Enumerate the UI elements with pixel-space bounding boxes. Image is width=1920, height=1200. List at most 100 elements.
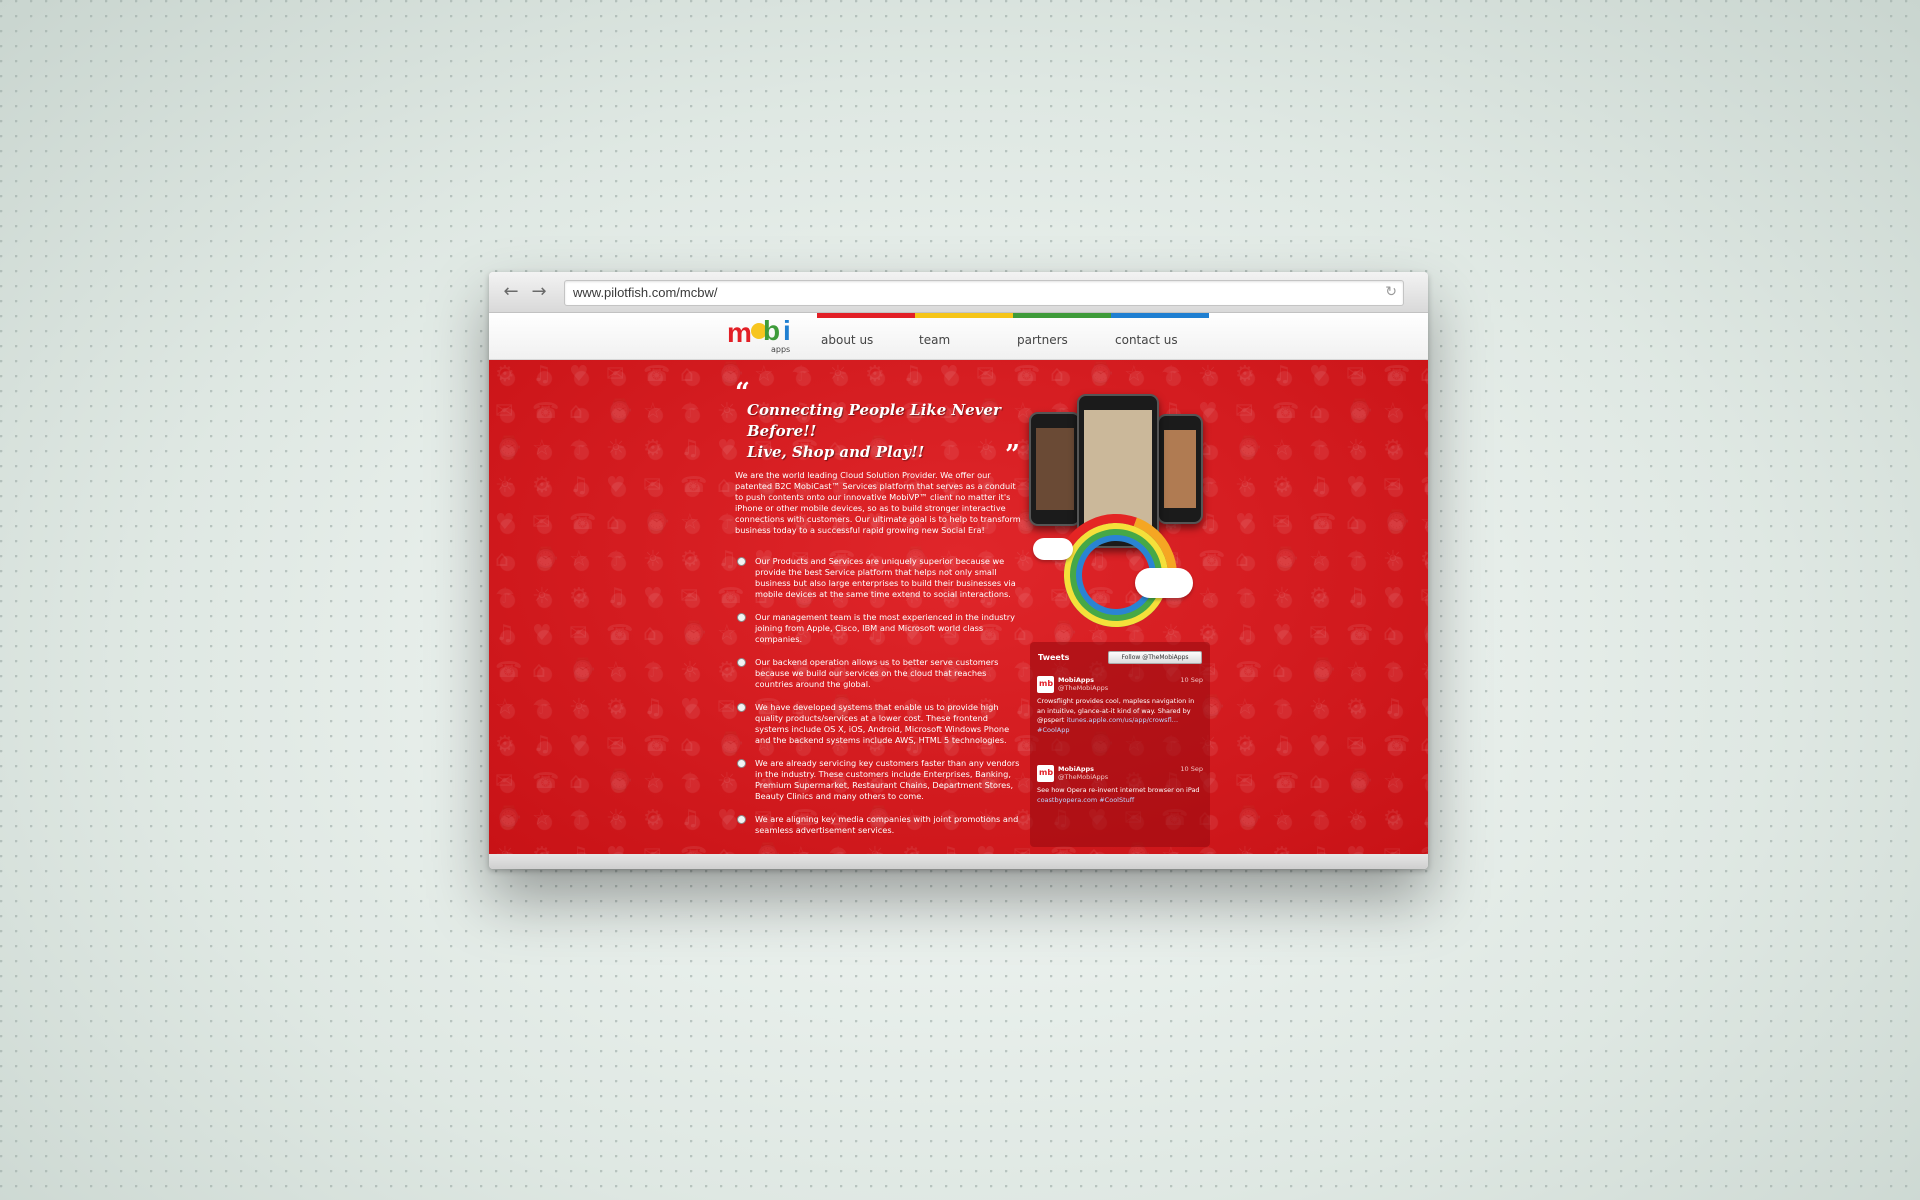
pattern-glyph-icon: ⚙ (680, 547, 700, 572)
avatar[interactable]: mb (1037, 676, 1054, 693)
pattern-glyph-icon: ♫ (902, 362, 922, 387)
tweet-handle[interactable]: @TheMobiApps (1058, 773, 1108, 781)
pattern-glyph-icon: ♫ (1383, 695, 1403, 720)
url-text[interactable]: www.pilotfish.com/mcbw/ (573, 285, 717, 300)
pattern-glyph-icon: ☼ (828, 362, 848, 387)
pattern-glyph-icon: ☂ (717, 510, 737, 535)
pattern-glyph-icon: ☼ (643, 547, 663, 572)
tweet-date[interactable]: 10 Sep (1180, 676, 1203, 684)
tweet-author[interactable]: MobiApps (1058, 676, 1094, 684)
pattern-glyph-icon: ♫ (1309, 473, 1329, 498)
pattern-glyph-icon: ♫ (569, 473, 589, 498)
pattern-glyph-icon: ♫ (1309, 843, 1329, 854)
pattern-glyph-icon: ♫ (495, 621, 515, 646)
pattern-glyph-icon: ☼ (717, 399, 737, 424)
pattern-glyph-icon: ♥ (680, 695, 700, 720)
bullet-text: We are aligning key media companies with… (755, 814, 1019, 835)
pattern-glyph-icon: ☎ (1013, 362, 1041, 387)
tweet-date[interactable]: 10 Sep (1180, 765, 1203, 773)
pattern-glyph-icon: ☼ (1346, 436, 1366, 461)
headline-line-2: Live, Shop and Play!! (747, 443, 925, 461)
pattern-glyph-icon: ☼ (606, 806, 626, 831)
cloud-left-icon (1033, 538, 1073, 560)
pattern-glyph-icon: ⌂ (569, 769, 583, 794)
pattern-glyph-icon: ☎ (680, 473, 708, 498)
tweet-hashtag[interactable]: #CoolStuff (1099, 796, 1134, 804)
pattern-glyph-icon: ♥ (532, 621, 552, 646)
pattern-glyph-icon: ☂ (1272, 695, 1292, 720)
list-item: Our Products and Services are uniquely s… (735, 556, 1021, 600)
pattern-glyph-icon: ☂ (606, 547, 626, 572)
phone-right (1157, 414, 1203, 524)
pattern-glyph-icon: ♫ (1272, 362, 1292, 387)
pattern-glyph-icon: ⌚ (495, 436, 523, 461)
pattern-glyph-icon: ⚙ (1272, 843, 1292, 854)
nav-team[interactable]: team (915, 313, 1013, 359)
nav-partners[interactable]: partners (1013, 313, 1111, 359)
pattern-glyph-icon: ☂ (828, 843, 848, 854)
pattern-glyph-icon: ☎ (606, 621, 634, 646)
pattern-glyph-icon: ♫ (643, 695, 663, 720)
follow-button[interactable]: Follow @TheMobiApps (1108, 651, 1202, 664)
pattern-glyph-icon: ♥ (606, 473, 626, 498)
pattern-glyph-icon: ☆ (1383, 399, 1403, 424)
pattern-glyph-icon: ☼ (717, 769, 737, 794)
pattern-glyph-icon: ♥ (717, 806, 737, 831)
pattern-glyph-icon: ☎ (1420, 843, 1428, 854)
pattern-glyph-icon: ⌚ (1087, 362, 1115, 387)
tweet-link[interactable]: itunes.apple.com/us/app/crowsfl… (1066, 716, 1178, 724)
bullet-text: Our backend operation allows us to bette… (755, 657, 999, 689)
arrow-right-icon[interactable]: → (530, 283, 548, 301)
pattern-glyph-icon: ⌚ (606, 769, 634, 794)
pattern-glyph-icon: ♥ (976, 843, 996, 854)
logo-letter-b: b (763, 315, 781, 346)
tweet-author[interactable]: MobiApps (1058, 765, 1094, 773)
avatar[interactable]: mb (1037, 765, 1054, 782)
pattern-glyph-icon: ✉ (1013, 843, 1031, 854)
pattern-glyph-icon: ☂ (1420, 769, 1428, 794)
pattern-glyph-icon: ☆ (532, 806, 552, 831)
pattern-glyph-icon: ☎ (495, 658, 523, 683)
pattern-glyph-icon: ⌚ (754, 843, 781, 854)
tweet-handle[interactable]: @TheMobiApps (1058, 684, 1108, 692)
pattern-glyph-icon: ✉ (532, 510, 551, 535)
pattern-glyph-icon: ⌂ (1309, 769, 1323, 794)
nav-bar-blue (1111, 313, 1209, 318)
bullet-text: We are already servicing key customers f… (755, 758, 1020, 801)
pattern-glyph-icon: ♥ (1235, 510, 1255, 535)
pattern-glyph-icon: ⌚ (1272, 547, 1300, 572)
pattern-glyph-icon: ☎ (643, 362, 671, 387)
pattern-glyph-icon: ☼ (1420, 658, 1428, 683)
pattern-glyph-icon: ⌂ (532, 658, 546, 683)
pattern-glyph-icon: ⚙ (1272, 473, 1292, 498)
tweet-hashtag[interactable]: #CoolApp (1037, 726, 1069, 734)
bullet-text: We have developed systems that enable us… (755, 702, 1010, 745)
logo-letter-i: i (783, 315, 791, 346)
address-bar[interactable]: www.pilotfish.com/mcbw/ ↻ (564, 280, 1404, 306)
tweet-link[interactable]: coastbyopera.com (1037, 796, 1097, 804)
pattern-glyph-icon: ⌂ (606, 510, 620, 535)
nav-bar-red (817, 313, 915, 318)
pattern-glyph-icon: ♫ (532, 362, 552, 387)
pattern-glyph-icon: ⌚ (1383, 510, 1411, 535)
pattern-glyph-icon: ♫ (1235, 621, 1255, 646)
pattern-glyph-icon: ⚙ (1383, 436, 1403, 461)
pattern-glyph-icon: ✉ (1420, 584, 1428, 609)
browser-window: ← → www.pilotfish.com/mcbw/ ↻ m b i apps… (489, 272, 1428, 869)
nav-about-us[interactable]: about us (817, 313, 915, 359)
arrow-left-icon[interactable]: ← (502, 283, 520, 301)
pattern-glyph-icon: ⌂ (1420, 362, 1428, 387)
pattern-glyph-icon: ☆ (1124, 362, 1144, 387)
nav-contact-us[interactable]: contact us (1111, 313, 1209, 359)
pattern-glyph-icon: ✉ (606, 362, 625, 387)
mobi-apps-logo[interactable]: m b i apps (727, 315, 799, 355)
pattern-glyph-icon: ♥ (939, 362, 959, 387)
pattern-glyph-icon: ☆ (643, 769, 663, 794)
site-header: m b i apps about us team partners contac… (489, 313, 1428, 360)
headline: Connecting People Like Never Before!! Li… (747, 400, 1047, 463)
pattern-glyph-icon: ☆ (495, 695, 515, 720)
reload-icon[interactable]: ↻ (1385, 284, 1397, 300)
pattern-glyph-icon: ♫ (569, 843, 589, 854)
logo-letter-m: m (727, 317, 752, 348)
pattern-glyph-icon: ☼ (680, 658, 700, 683)
